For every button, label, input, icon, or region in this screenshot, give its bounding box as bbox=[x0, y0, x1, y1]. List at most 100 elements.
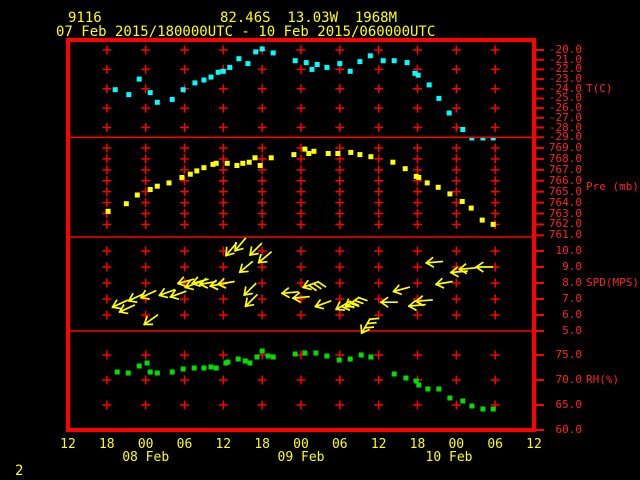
x-tick-label: 06 bbox=[176, 437, 193, 452]
data-point-rh bbox=[302, 350, 308, 356]
data-point-temperature bbox=[426, 82, 432, 88]
unit-label-wind: SPD(MPS) bbox=[586, 276, 639, 289]
data-point-rh bbox=[368, 354, 374, 360]
aws-timeseries-screen: 9116 82.46S 13.03W 1968M 07 Feb 2015/180… bbox=[0, 0, 640, 480]
data-point-pressure bbox=[234, 163, 240, 168]
data-point-temperature bbox=[391, 58, 397, 64]
data-point-rh bbox=[391, 371, 397, 377]
data-point-pressure bbox=[306, 151, 312, 156]
data-point-temperature bbox=[147, 90, 153, 96]
y-tick-label-wind: 10.0 bbox=[555, 244, 583, 257]
x-tick-label: 12 bbox=[526, 437, 542, 452]
data-point-pressure bbox=[147, 187, 153, 192]
data-point-pressure bbox=[479, 217, 485, 223]
x-tick-label: 18 bbox=[409, 437, 426, 452]
y-tick-label-pressure: 764.0 bbox=[548, 195, 582, 209]
data-point-pressure bbox=[224, 160, 230, 166]
data-point-pressure bbox=[459, 199, 465, 204]
wind-arrow bbox=[434, 277, 453, 289]
data-point-temperature bbox=[303, 60, 309, 66]
y-tick-label-rh: 75.0 bbox=[555, 348, 583, 361]
x-tick-label: 12 bbox=[215, 437, 232, 452]
data-point-temperature bbox=[253, 49, 259, 55]
y-tick-label-rh: 65.0 bbox=[555, 398, 583, 411]
data-point-pressure bbox=[240, 160, 246, 166]
wind-arrow bbox=[143, 314, 159, 326]
unit-label-temperature: T(C) bbox=[586, 82, 613, 95]
data-point-temperature bbox=[357, 59, 363, 65]
data-point-pressure bbox=[348, 149, 354, 155]
data-point-temperature bbox=[404, 60, 410, 66]
data-point-rh bbox=[201, 365, 207, 371]
data-point-temperature bbox=[126, 92, 132, 98]
x-tick-label: 12 bbox=[60, 437, 76, 452]
wind-arrow bbox=[238, 260, 254, 274]
data-point-pressure bbox=[154, 183, 160, 189]
wind-arrow bbox=[379, 296, 398, 308]
data-point-rh bbox=[358, 352, 364, 358]
data-point-temperature bbox=[446, 110, 452, 116]
x-tick-label: 00 bbox=[448, 437, 465, 452]
data-point-rh bbox=[180, 366, 186, 372]
data-point-pressure bbox=[213, 160, 219, 166]
data-point-temperature bbox=[112, 87, 118, 93]
x-tick-label: 18 bbox=[98, 437, 115, 452]
x-tick-label: 18 bbox=[254, 437, 271, 452]
wind-arrow bbox=[191, 276, 209, 288]
data-point-temperature bbox=[292, 58, 298, 64]
data-point-pressure bbox=[368, 154, 374, 160]
data-point-temperature bbox=[314, 62, 320, 67]
data-point-pressure bbox=[201, 165, 207, 171]
data-point-temperature bbox=[259, 46, 265, 52]
x-date-label: 09 Feb bbox=[277, 450, 325, 465]
data-point-rh bbox=[490, 406, 496, 412]
data-point-rh bbox=[292, 351, 298, 357]
data-point-rh bbox=[225, 359, 231, 365]
data-point-pressure bbox=[194, 168, 200, 174]
data-point-rh bbox=[191, 365, 197, 371]
data-point-rh bbox=[347, 356, 353, 362]
data-point-temperature bbox=[227, 64, 233, 70]
data-point-temperature bbox=[270, 50, 276, 56]
data-point-rh bbox=[144, 360, 150, 366]
y-tick-label-wind: 8.0 bbox=[562, 276, 582, 289]
x-tick-label: 00 bbox=[137, 437, 154, 452]
wind-arrow bbox=[216, 277, 235, 289]
data-point-pressure bbox=[416, 175, 422, 180]
data-point-rh bbox=[208, 364, 214, 370]
data-point-pressure bbox=[179, 175, 185, 180]
wind-arrow bbox=[301, 279, 327, 292]
data-point-temperature bbox=[180, 87, 186, 93]
data-point-rh bbox=[460, 398, 466, 404]
data-point-rh bbox=[324, 353, 330, 359]
data-point-rh bbox=[235, 356, 241, 362]
x-tick-label: 00 bbox=[293, 437, 309, 452]
y-tick-label-wind: 7.0 bbox=[562, 292, 582, 305]
x-date-label: 08 Feb bbox=[122, 450, 170, 465]
data-point-pressure bbox=[252, 155, 258, 161]
data-point-pressure bbox=[490, 221, 496, 227]
wind-arrow bbox=[392, 284, 411, 296]
wind-arrow bbox=[314, 298, 332, 310]
x-tick-label: 06 bbox=[487, 437, 504, 452]
data-point-temperature bbox=[309, 66, 315, 72]
data-point-pressure bbox=[134, 192, 140, 198]
data-point-rh bbox=[213, 365, 219, 371]
data-point-temperature bbox=[169, 96, 175, 102]
wind-arrow bbox=[360, 317, 380, 335]
data-point-rh bbox=[259, 348, 265, 354]
data-point-temperature bbox=[201, 77, 207, 83]
data-point-pressure bbox=[302, 146, 308, 152]
unit-label-pressure: Pre (mb) bbox=[586, 179, 639, 193]
y-tick-label-rh: 70.0 bbox=[555, 373, 583, 386]
x-tick-label: 12 bbox=[370, 437, 387, 452]
data-point-rh bbox=[169, 369, 175, 375]
data-point-temperature bbox=[415, 72, 421, 78]
data-point-rh bbox=[447, 395, 453, 401]
x-date-label: 10 Feb bbox=[425, 450, 473, 465]
data-point-rh bbox=[313, 350, 319, 356]
data-point-rh bbox=[147, 369, 153, 375]
data-point-rh bbox=[154, 370, 160, 376]
data-point-temperature bbox=[460, 127, 466, 132]
x-tick-label: 06 bbox=[331, 437, 348, 452]
